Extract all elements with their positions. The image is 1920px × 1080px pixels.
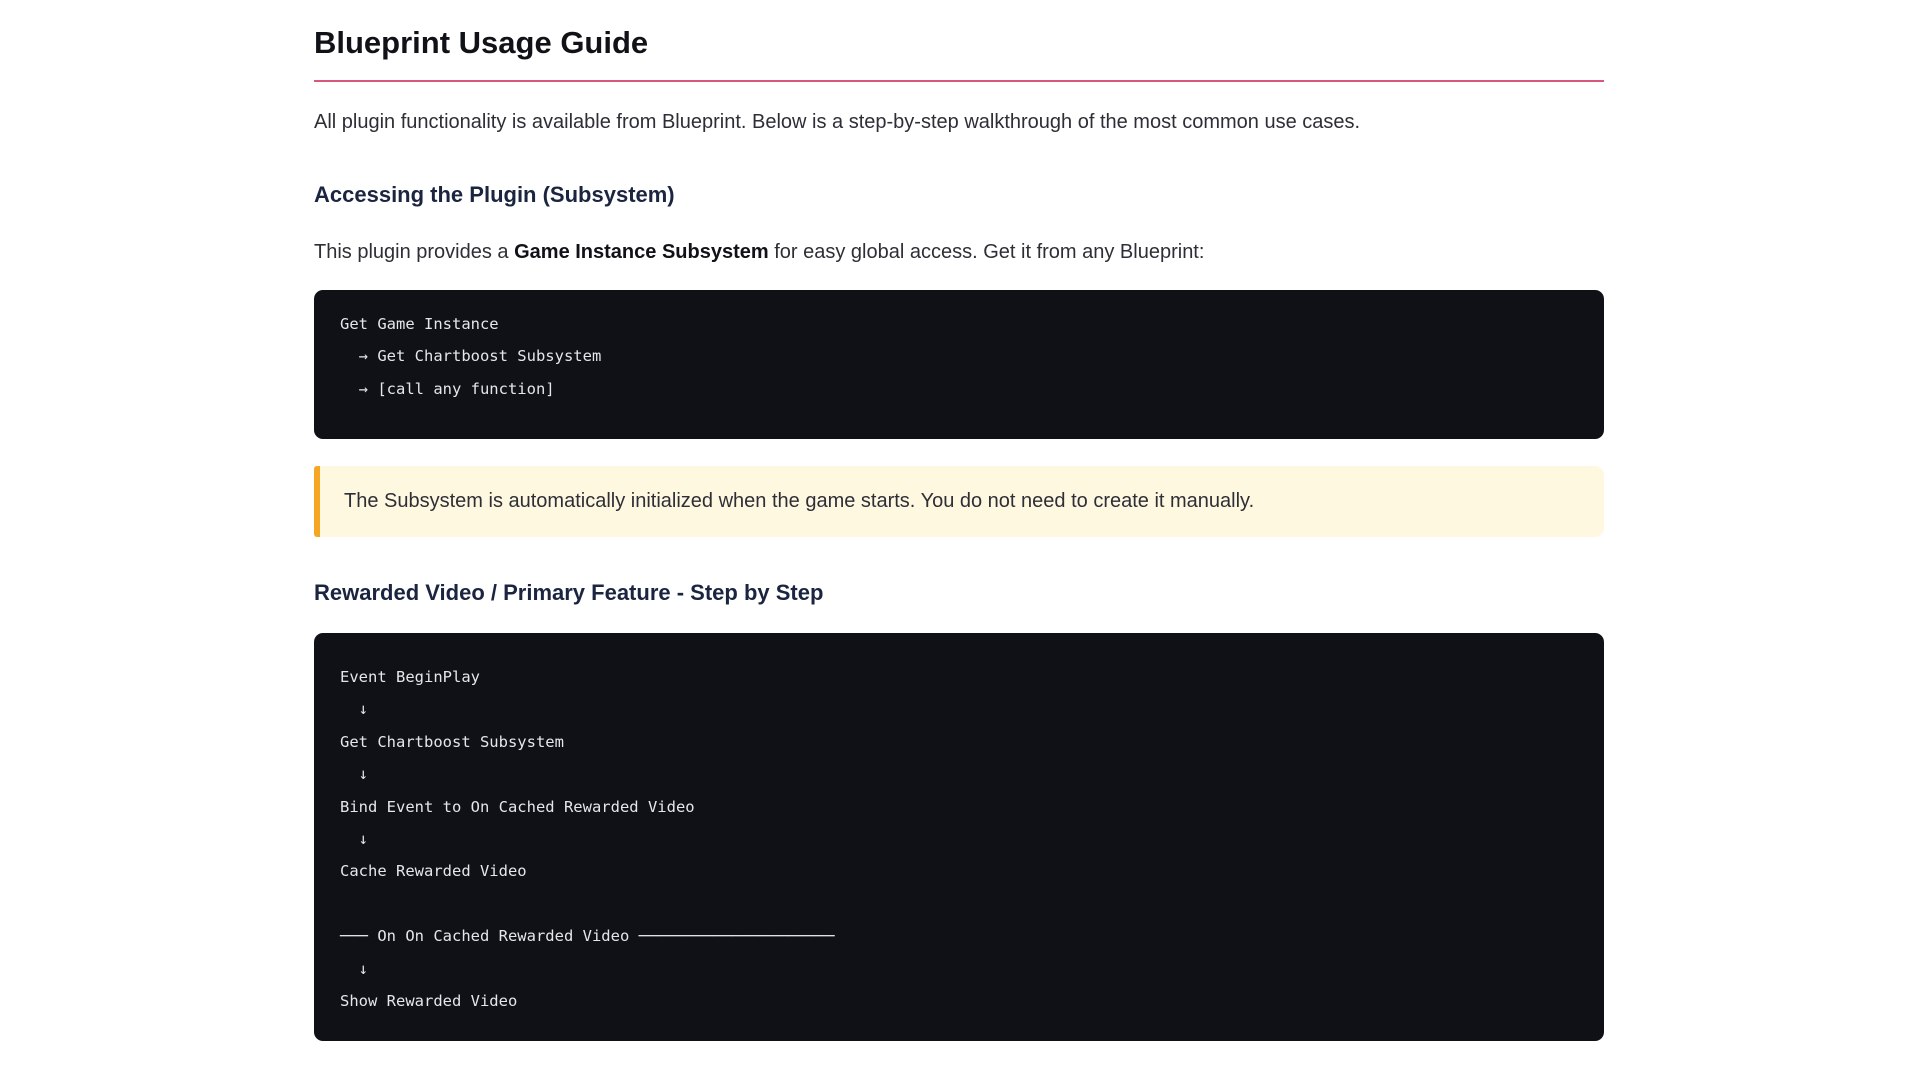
desc-prefix: This plugin provides a — [314, 241, 515, 263]
code-line: Bind Event to On Cached Rewarded Video — [340, 797, 695, 816]
code-arrow: ↓ — [340, 700, 368, 719]
access-code-block: Get Game Instance → Get Chartboost Subsy… — [314, 290, 1604, 439]
desc-suffix: for easy global access. Get it from any … — [768, 241, 1205, 263]
code-line: → [call any function] — [340, 379, 555, 398]
reward-code-block: Event BeginPlay ↓ Get Chartboost Subsyst… — [314, 633, 1604, 1041]
code-arrow: ↓ — [340, 829, 368, 848]
code-line: → Get Chartboost Subsystem — [340, 347, 602, 366]
desc-bold: Game Instance Subsystem — [514, 241, 769, 263]
info-note-callout: The Subsystem is automatically initializ… — [314, 466, 1604, 537]
access-section-description: This plugin provides a Game Instance Sub… — [314, 240, 1604, 264]
page-title: Blueprint Usage Guide — [314, 18, 1604, 82]
code-line: Get Game Instance — [340, 315, 499, 333]
access-section-heading: Accessing the Plugin (Subsystem) — [314, 182, 675, 207]
code-line: Show Rewarded Video — [340, 991, 518, 1010]
code-line: Cache Rewarded Video — [340, 862, 527, 881]
code-line: Get Chartboost Subsystem — [340, 732, 564, 751]
code-line: Event BeginPlay — [340, 668, 480, 686]
code-arrow: ↓ — [340, 959, 368, 978]
blueprint-guide-page: Blueprint Usage Guide All plugin functio… — [314, 18, 1604, 1041]
code-arrow: ↓ — [340, 765, 368, 784]
code-separator-line: ─── On On Cached Rewarded Video ────────… — [340, 927, 835, 946]
reward-section-heading: Rewarded Video / Primary Feature - Step … — [314, 580, 824, 605]
intro-paragraph: All plugin functionality is available fr… — [314, 111, 1361, 133]
